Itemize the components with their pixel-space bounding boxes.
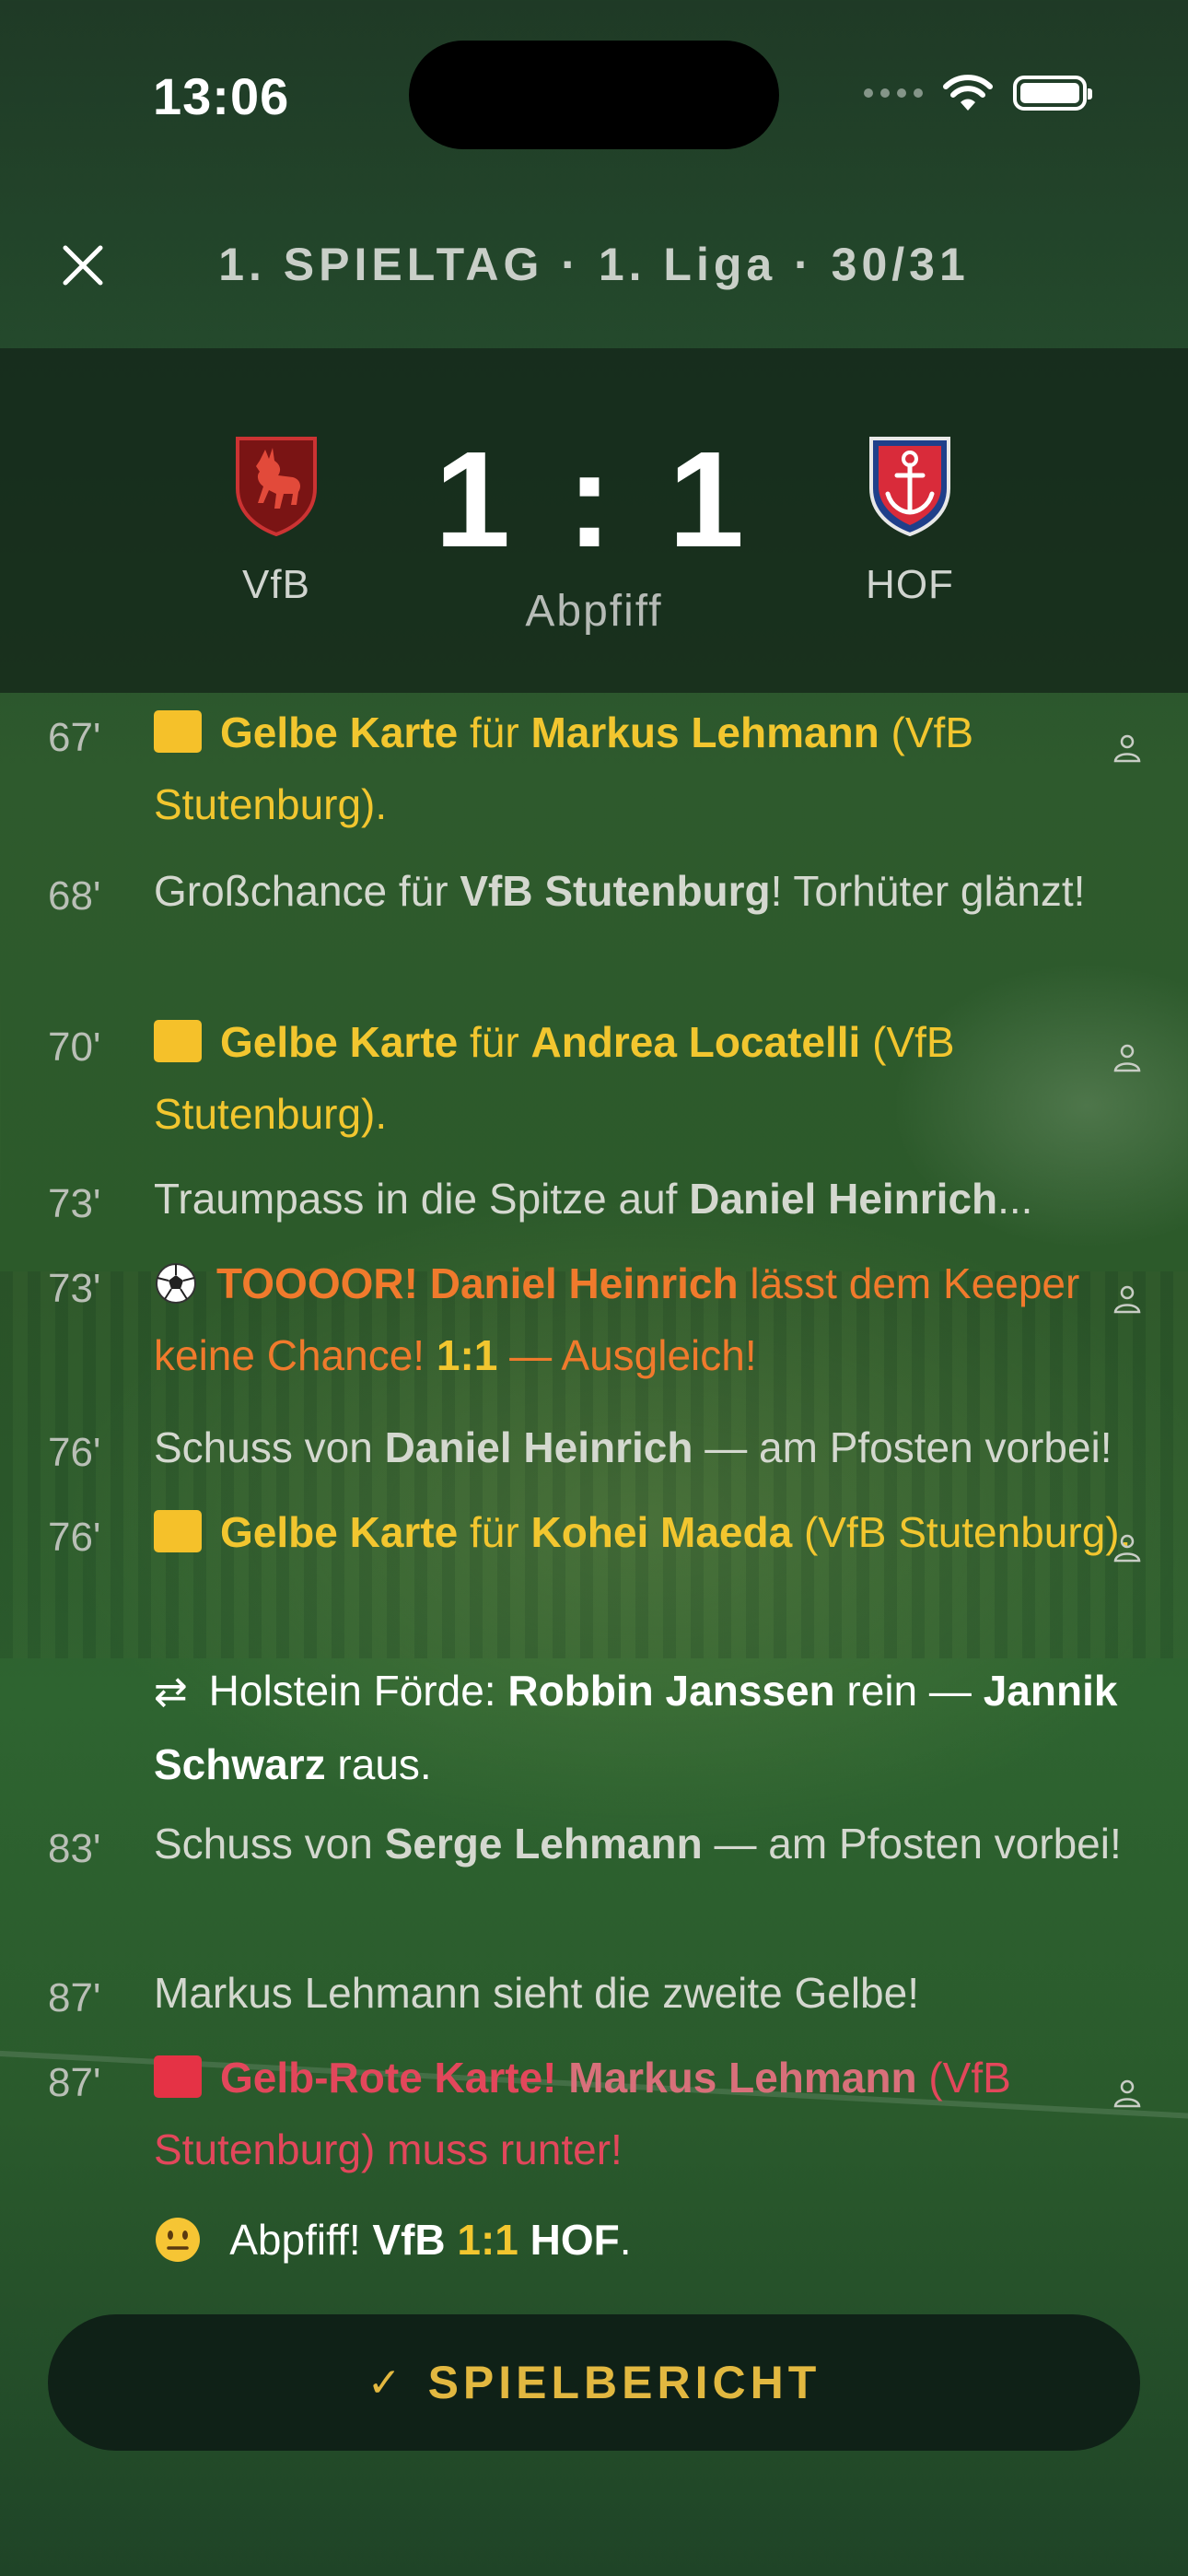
event-minute: 87' (48, 2060, 101, 2105)
anchor-crest-icon (869, 437, 950, 536)
away-team[interactable]: HOF (818, 433, 1002, 608)
event-minute: 73' (48, 1266, 101, 1311)
score: 1 : 1 (434, 424, 754, 576)
event-text: TOOOOR! Daniel Heinrich lässt dem Keeper… (154, 1259, 1080, 1379)
event-text: Schuss von Daniel Heinrich — am Pfosten … (154, 1423, 1112, 1471)
match-status: Abpfiff (525, 587, 663, 636)
person-icon[interactable] (1111, 732, 1144, 765)
event-minute: 68' (48, 873, 101, 919)
away-team-name: HOF (866, 562, 954, 607)
event-minute: 83' (48, 1826, 101, 1871)
status-icons (864, 74, 1092, 112)
substitution-icon: ⇄ (154, 1669, 188, 1715)
event-text: Gelbe Karte für Markus Lehmann (VfB Stut… (154, 708, 974, 828)
event-text: Gelb-Rote Karte! Markus Lehmann (VfB Stu… (154, 2054, 1011, 2173)
event-minute: 73' (48, 1181, 101, 1226)
event-text: Großchance für VfB Stutenburg! Torhüter … (154, 867, 1086, 915)
match-report-button[interactable]: ✓ SPIELBERICHT (48, 2314, 1140, 2451)
football-icon (156, 1263, 196, 1304)
event-minute: 76' (48, 1515, 101, 1560)
event-text: Schuss von Serge Lehmann — am Pfosten vo… (154, 1820, 1122, 1868)
event-minute: 76' (48, 1430, 101, 1475)
event-minute: 70' (48, 1025, 101, 1070)
event-text: Markus Lehmann sieht die zweite Gelbe! (154, 1969, 919, 2017)
person-icon[interactable] (1111, 1041, 1144, 1074)
page-title: 1. SPIELTAG · 1. Liga · 30/31 (218, 239, 970, 290)
battery-icon (1013, 76, 1092, 111)
checkmark-icon: ✓ (367, 2359, 406, 2406)
yellow-card-icon (154, 1510, 202, 1552)
yellow-card-icon (154, 710, 202, 753)
status-time: 13:06 (153, 67, 290, 125)
person-icon[interactable] (1111, 2077, 1144, 2110)
wifi-icon (943, 75, 993, 111)
yellow-card-icon (154, 1020, 202, 1062)
scoreboard: VfB 1 : 1 Abpfiff HOF (0, 348, 1188, 693)
event-minute: 67' (48, 715, 101, 760)
signal-icon (864, 88, 923, 98)
dynamic-island (409, 41, 779, 149)
event-text: Gelbe Karte für Kohei Maeda (VfB Stutenb… (154, 1496, 1139, 1568)
event-text: Gelbe Karte für Andrea Locatelli (VfB St… (154, 1018, 955, 1138)
red-card-icon (154, 2055, 202, 2098)
event-text: Traumpass in die Spitze auf Daniel Heinr… (154, 1175, 1033, 1223)
event-minute: 87' (48, 1975, 101, 2020)
event-text: Abpfiff! VfB 1:1 HOF. (154, 2204, 1139, 2276)
person-icon[interactable] (1111, 1531, 1144, 1564)
neutral-face-icon (156, 2218, 200, 2262)
match-report-label: SPIELBERICHT (427, 2357, 821, 2408)
person-icon[interactable] (1111, 1282, 1144, 1316)
event-text: ⇄ Holstein Förde: Robbin Janssen rein — … (154, 1655, 1139, 1800)
